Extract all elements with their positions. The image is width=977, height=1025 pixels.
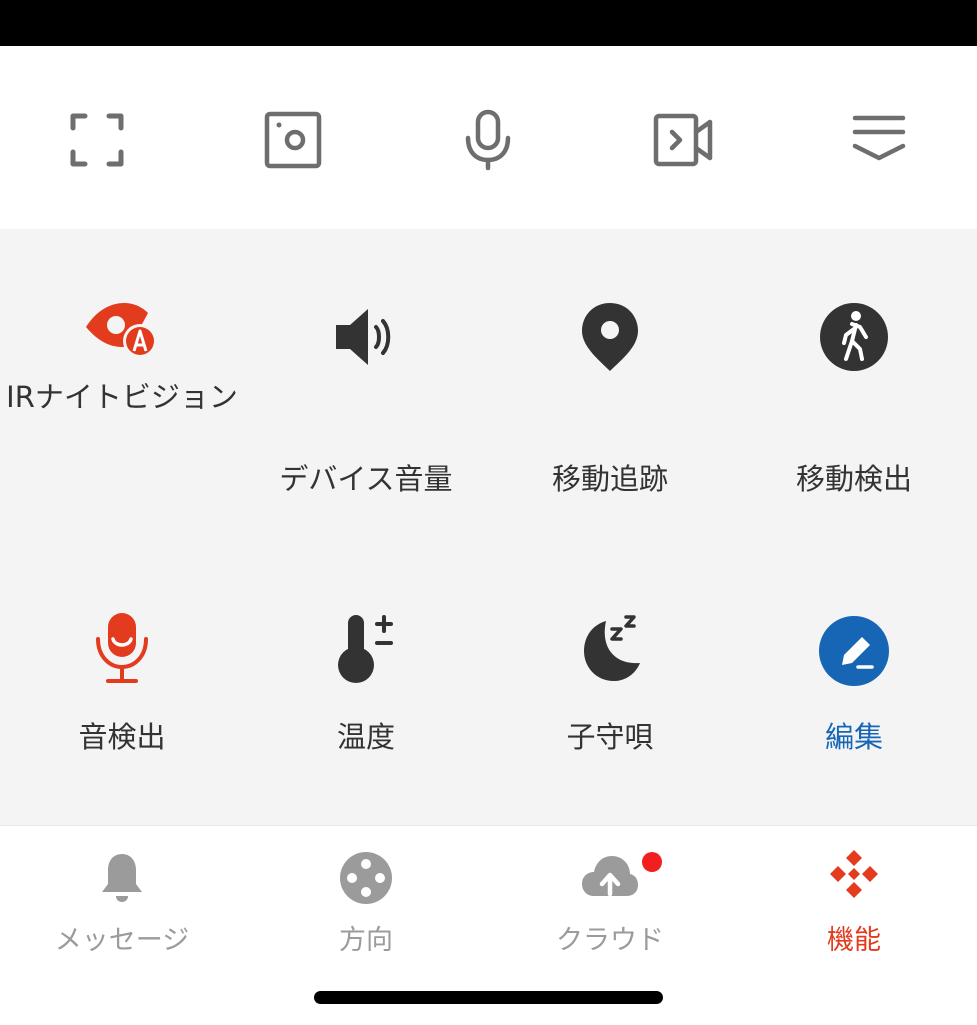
tab-direction[interactable]: 方向 <box>244 826 488 966</box>
edit-pencil-icon <box>819 616 889 686</box>
feature-ir-night-vision[interactable]: IRナイトビジョン <box>0 289 244 469</box>
tab-label: クラウド <box>556 925 664 956</box>
feature-label: IRナイトビジョン <box>6 380 238 414</box>
cloud-upload-icon <box>582 856 638 897</box>
fullscreen-icon <box>70 113 124 167</box>
feature-lullaby[interactable]: 子守唄 <box>488 609 732 769</box>
feature-label: 温度 <box>336 720 395 754</box>
direction-pad-icon <box>340 852 392 904</box>
fullscreen-button[interactable] <box>61 104 133 176</box>
walking-person-icon <box>820 303 888 371</box>
control-toolbar <box>0 46 977 229</box>
location-pin-icon <box>582 303 638 371</box>
feature-label: デバイス音量 <box>279 462 453 496</box>
thermometer-icon <box>338 615 393 683</box>
video-record-icon <box>653 113 713 167</box>
feature-motion-detection[interactable]: 移動検出 <box>732 289 976 496</box>
home-indicator <box>314 991 663 1004</box>
feature-label: 移動追跡 <box>551 462 668 496</box>
camera-snapshot-icon <box>264 111 322 169</box>
record-button[interactable] <box>648 104 720 176</box>
speaker-volume-icon <box>336 309 391 365</box>
feature-edit[interactable]: 編集 <box>732 609 976 769</box>
ir-night-vision-icon <box>86 303 157 358</box>
tab-label: 機能 <box>827 925 881 956</box>
tab-messages[interactable]: メッセージ <box>0 826 244 966</box>
feature-label: 移動検出 <box>795 462 912 496</box>
feature-device-volume[interactable]: デバイス音量 <box>244 289 488 496</box>
collapse-button[interactable] <box>843 104 915 176</box>
microphone-sound-icon <box>96 613 148 683</box>
features-grid-icon <box>830 850 878 898</box>
tab-label: メッセージ <box>54 925 190 956</box>
bell-icon <box>102 854 142 902</box>
status-bar <box>0 0 977 46</box>
feature-motion-tracking[interactable]: 移動追跡 <box>488 289 732 496</box>
feature-sound-detection[interactable]: 音検出 <box>0 609 244 769</box>
notification-badge <box>642 852 662 872</box>
collapse-down-icon <box>852 115 906 161</box>
tab-label: 方向 <box>339 925 393 956</box>
feature-temperature[interactable]: 温度 <box>244 609 488 769</box>
microphone-icon <box>465 109 511 171</box>
talk-button[interactable] <box>452 104 524 176</box>
feature-label: 編集 <box>824 720 883 754</box>
tab-cloud[interactable]: クラウド <box>488 826 732 966</box>
snapshot-button[interactable] <box>257 104 329 176</box>
moon-sleep-icon <box>584 615 640 681</box>
features-panel: IRナイトビジョン デバイス音量 移動追跡 移動検出 音検出 温度 子守唄 編集 <box>0 229 977 825</box>
feature-label: 子守唄 <box>566 720 654 754</box>
feature-label: 音検出 <box>78 720 166 754</box>
tab-features[interactable]: 機能 <box>732 826 976 966</box>
